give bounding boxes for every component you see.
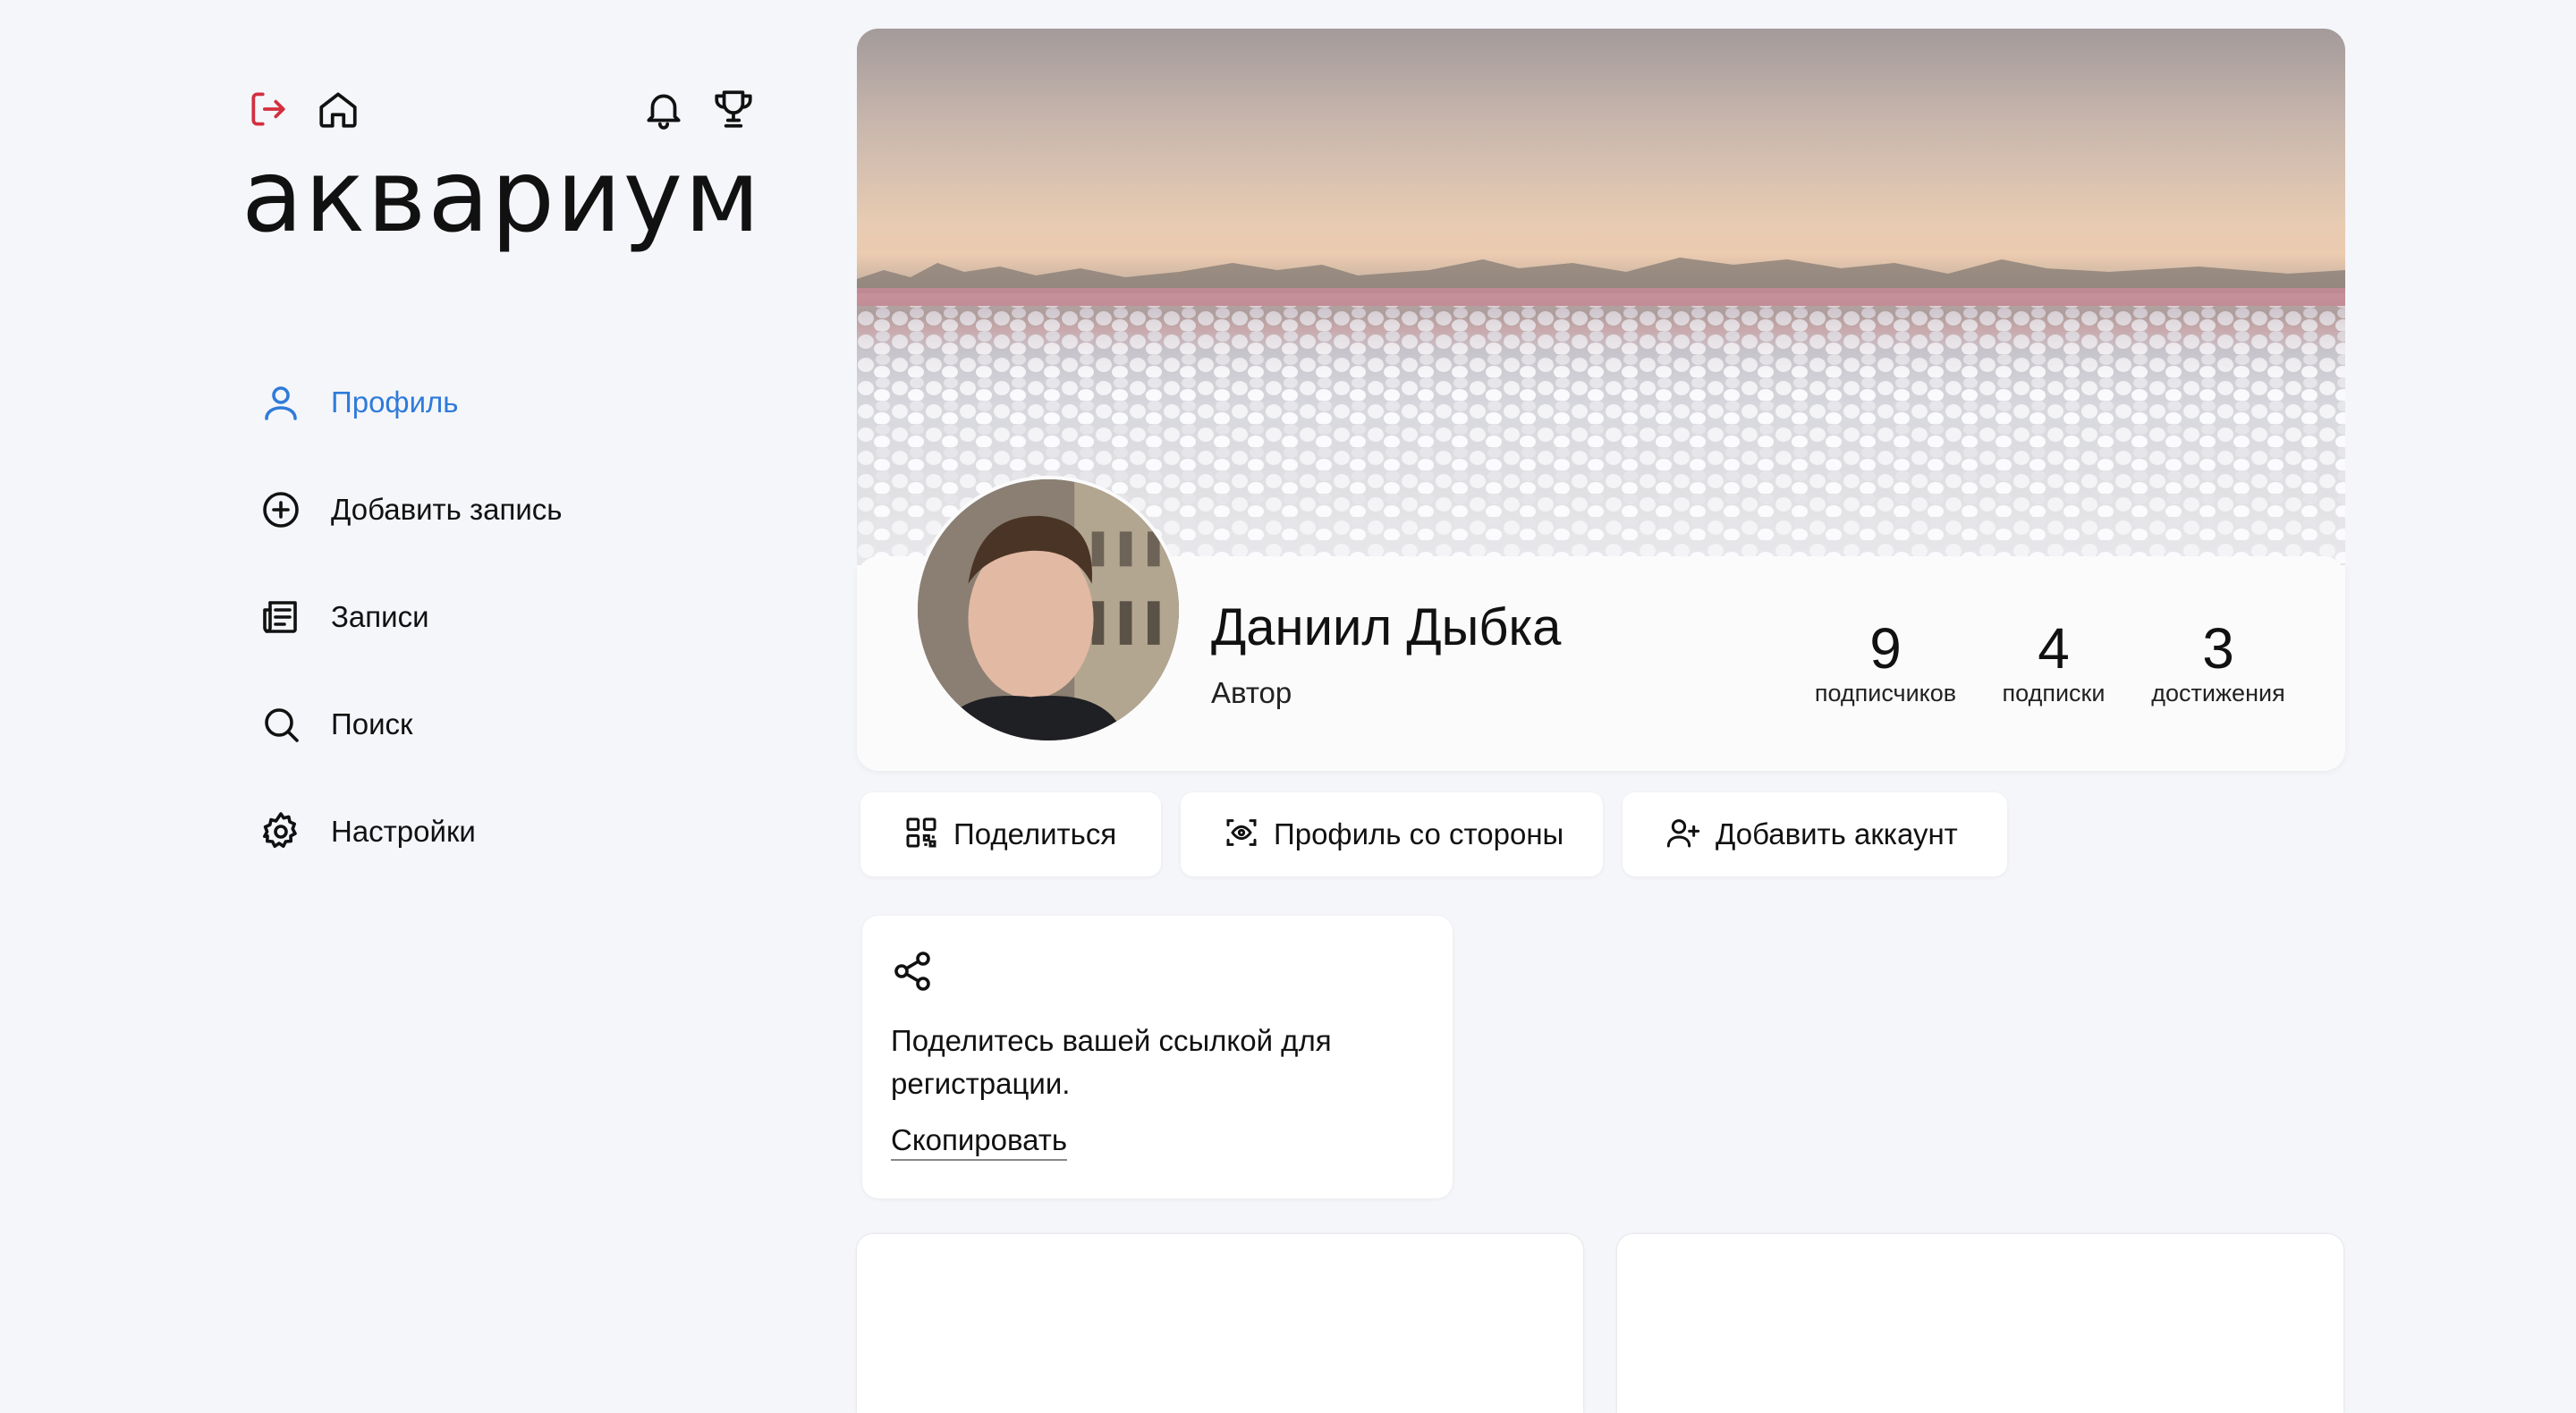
share-icon xyxy=(894,952,930,991)
brand-logo[interactable]: аквариум xyxy=(242,139,778,286)
stat-value: 3 xyxy=(2202,616,2234,681)
avatar[interactable] xyxy=(914,476,1182,744)
profile-name: Даниил Дыбка xyxy=(1211,598,1562,656)
brand-logo-text: аквариум xyxy=(242,152,762,255)
copy-link-button[interactable]: Скопировать xyxy=(891,1123,1068,1161)
post-card[interactable] xyxy=(857,1234,1583,1413)
logout-icon[interactable] xyxy=(243,84,293,134)
search-icon xyxy=(256,699,306,749)
profile-preview-button[interactable]: Профиль со стороны xyxy=(1181,792,1603,876)
sidebar-item-settings[interactable]: Настройки xyxy=(256,778,757,885)
add-account-button[interactable]: Добавить аккаунт xyxy=(1623,792,2007,876)
home-icon[interactable] xyxy=(313,84,363,134)
stat-achievements[interactable]: 3 достижения xyxy=(2143,617,2293,707)
share-link-card: Поделитесь вашей ссылкой для регистрации… xyxy=(862,916,1453,1198)
profile-role: Автор xyxy=(1211,676,1292,709)
stat-label: достижения xyxy=(2151,680,2285,706)
share-button-label: Поделиться xyxy=(953,817,1117,850)
sidebar-item-label: Настройки xyxy=(331,815,476,848)
sidebar-item-search[interactable]: Поиск xyxy=(256,671,757,778)
sidebar-item-profile[interactable]: Профиль xyxy=(256,349,757,456)
trophy-icon[interactable] xyxy=(708,84,758,134)
user-icon xyxy=(256,377,306,427)
post-card[interactable] xyxy=(1617,1234,2343,1413)
plus-circle-icon xyxy=(256,485,306,535)
user-plus-icon xyxy=(1665,815,1701,855)
sidebar-item-label: Профиль xyxy=(331,385,459,419)
stat-value: 4 xyxy=(2038,616,2070,681)
sidebar-item-label: Поиск xyxy=(331,707,413,740)
share-button[interactable]: Поделиться xyxy=(860,792,1161,876)
stat-value: 9 xyxy=(1869,616,1902,681)
eye-scan-icon xyxy=(1224,815,1259,855)
stat-label: подписки xyxy=(2002,680,2106,706)
share-card-text: Поделитесь вашей ссылкой для регистрации… xyxy=(891,1024,1332,1100)
stat-followers[interactable]: 9 подписчиков xyxy=(1807,617,1964,707)
sidebar-item-posts[interactable]: Записи xyxy=(256,563,757,671)
sidebar-item-label: Записи xyxy=(331,600,429,633)
newspaper-icon xyxy=(256,592,306,642)
qr-code-icon xyxy=(903,815,939,855)
add-account-label: Добавить аккаунт xyxy=(1716,817,1958,850)
gear-icon xyxy=(256,807,306,857)
profile-preview-label: Профиль со стороны xyxy=(1274,817,1564,850)
bell-icon[interactable] xyxy=(639,84,689,134)
sidebar-item-label: Добавить запись xyxy=(331,493,563,526)
sidebar-item-add-post[interactable]: Добавить запись xyxy=(256,456,757,563)
sidebar-nav: Профиль Добавить запись Записи Поиск Нас… xyxy=(256,349,757,885)
stat-following[interactable]: 4 подписки xyxy=(1991,617,2116,707)
header-icons xyxy=(243,84,762,138)
stat-label: подписчиков xyxy=(1814,680,1957,706)
